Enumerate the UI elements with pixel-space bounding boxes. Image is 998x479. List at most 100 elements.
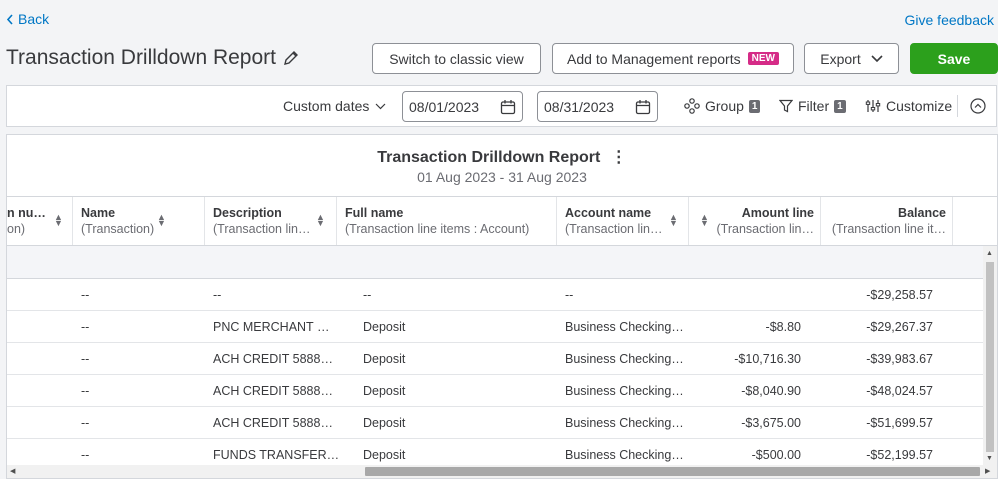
column-header-account-name[interactable]: Account name (Transaction lin… ▲ ▼: [557, 197, 689, 245]
table-row[interactable]: -- ACH CREDIT 5888… Deposit Business Checki…: [7, 375, 983, 407]
table-row[interactable]: -- -- -- -- -$29,258.57: [7, 279, 983, 311]
switch-classic-view-label: Switch to classic view: [389, 50, 524, 67]
vertical-scroll-thumb[interactable]: [986, 262, 994, 452]
full-name-cell: Deposit: [363, 352, 406, 366]
report-date-range: 01 Aug 2023 - 31 Aug 2023: [417, 169, 587, 185]
balance-cell: -$29,258.57: [866, 288, 933, 302]
column-header-balance[interactable]: Balance (Transaction line it…: [821, 197, 953, 245]
calendar-icon[interactable]: [500, 99, 516, 115]
account-name-cell: Business Checking…: [565, 448, 684, 462]
account-name-cell: --: [565, 288, 574, 302]
add-mgmt-label: Add to Management reports: [567, 50, 741, 67]
custom-dates-dropdown[interactable]: Custom dates: [283, 86, 386, 126]
filter-count-badge: 1: [834, 99, 846, 113]
chevron-down-icon: [375, 103, 386, 109]
horizontal-scrollbar[interactable]: ◀ ▶: [7, 465, 997, 478]
pencil-icon[interactable]: [282, 49, 300, 67]
column-header-amount-line[interactable]: ▲ ▼ Amount line (Transaction lin…: [689, 197, 821, 245]
calendar-icon[interactable]: [635, 99, 651, 115]
save-button[interactable]: Save: [910, 43, 998, 74]
filter-icon: [779, 99, 793, 113]
description-cell: ACH CREDIT 5888…: [213, 416, 333, 430]
sliders-icon: [865, 100, 881, 112]
switch-classic-view-button[interactable]: Switch to classic view: [372, 43, 541, 74]
give-feedback-link[interactable]: Give feedback: [905, 12, 995, 28]
back-link[interactable]: Back: [6, 11, 49, 27]
full-name-cell: Deposit: [363, 320, 406, 334]
balance-cell: -$52,199.57: [866, 448, 933, 462]
sort-icon[interactable]: ▲ ▼: [157, 213, 166, 228]
name-cell: --: [81, 352, 90, 366]
balance-cell: -$51,699.57: [866, 416, 933, 430]
sort-icon[interactable]: ▲ ▼: [669, 213, 678, 228]
group-count-badge: 1: [748, 99, 761, 113]
vertical-scrollbar[interactable]: ▲ ▼: [983, 246, 997, 466]
filter-label: Filter: [798, 98, 830, 114]
amount-cell: -$8.80: [765, 320, 801, 334]
column-subtitle: (Transaction lin…: [213, 222, 311, 236]
column-title: Balance: [898, 206, 946, 220]
amount-cell: -$3,675.00: [741, 416, 801, 430]
report-panel: Transaction Drilldown Report ⋮ 01 Aug 20…: [6, 134, 998, 479]
group-label: Group: [705, 98, 744, 114]
column-title: Full name: [345, 206, 404, 220]
description-cell: ACH CREDIT 5888…: [213, 384, 333, 398]
column-header-transaction-number[interactable]: n nu… on) ▲ ▼: [7, 197, 73, 245]
filter-button[interactable]: Filter 1: [779, 86, 846, 126]
amount-cell: -$8,040.90: [741, 384, 801, 398]
sort-icon[interactable]: ▲ ▼: [316, 213, 325, 228]
full-name-cell: Deposit: [363, 384, 406, 398]
column-header-description[interactable]: Description (Transaction lin… ▲ ▼: [205, 197, 337, 245]
scroll-right-arrow[interactable]: ▶: [985, 467, 990, 475]
column-subtitle: (Transaction): [81, 222, 155, 236]
sort-icon[interactable]: ▲ ▼: [54, 213, 63, 228]
name-cell: --: [81, 320, 90, 334]
group-button[interactable]: Group 1: [684, 86, 761, 126]
export-button[interactable]: Export: [804, 43, 899, 74]
scroll-left-arrow[interactable]: ◀: [10, 467, 15, 475]
account-name-cell: Business Checking…: [565, 352, 684, 366]
full-name-cell: Deposit: [363, 416, 406, 430]
collapse-button[interactable]: [970, 86, 986, 126]
column-subtitle: (Transaction lin…: [565, 222, 663, 236]
new-badge: NEW: [747, 52, 779, 65]
name-cell: --: [81, 448, 90, 462]
table-row[interactable]: -- PNC MERCHANT … Deposit Business Checking…: [7, 311, 983, 343]
description-cell: FUNDS TRANSFER…: [213, 448, 340, 462]
column-subtitle: (Transaction line it…: [831, 222, 946, 236]
chevron-down-icon: [871, 54, 883, 62]
back-label: Back: [18, 11, 50, 27]
balance-cell: -$39,983.67: [866, 352, 933, 366]
scroll-down-arrow[interactable]: ▼: [986, 455, 993, 462]
horizontal-scroll-thumb[interactable]: [365, 467, 980, 476]
column-header-name[interactable]: Name (Transaction) ▲ ▼: [73, 197, 205, 245]
report-title-text: Transaction Drilldown Report: [377, 149, 601, 166]
name-cell: --: [81, 384, 90, 398]
full-name-cell: --: [363, 288, 372, 302]
more-options-icon[interactable]: ⋮: [611, 149, 627, 166]
sort-icon[interactable]: ▲ ▼: [700, 213, 709, 228]
group-header-row: [7, 246, 983, 279]
column-header-full-name[interactable]: Full name (Transaction line items : Acco…: [337, 197, 557, 245]
table-row[interactable]: -- ACH CREDIT 5888… Deposit Business Checki…: [7, 407, 983, 439]
page-title: Transaction Drilldown Report: [6, 46, 300, 70]
amount-cell: -$500.00: [751, 448, 801, 462]
customize-button[interactable]: Customize: [865, 86, 952, 126]
account-name-cell: Business Checking…: [565, 416, 684, 430]
account-name-cell: Business Checking…: [565, 320, 684, 334]
balance-cell: -$48,024.57: [866, 384, 933, 398]
report-title: Transaction Drilldown Report ⋮: [7, 147, 997, 167]
end-date-field[interactable]: 08/31/2023: [537, 91, 658, 122]
column-subtitle: (Transaction line items : Account): [345, 222, 530, 236]
chevron-up-circle-icon: [970, 98, 986, 114]
amount-cell: -$10,716.30: [734, 352, 801, 366]
table-row[interactable]: -- ACH CREDIT 5888… Deposit Business Checki…: [7, 343, 983, 375]
scroll-up-arrow[interactable]: ▲: [986, 250, 993, 257]
description-cell: PNC MERCHANT …: [213, 320, 330, 334]
group-icon: [684, 98, 700, 114]
column-title: Name: [81, 206, 116, 220]
start-date-field[interactable]: 08/01/2023: [402, 91, 523, 122]
add-to-management-reports-button[interactable]: Add to Management reports NEW: [552, 43, 794, 74]
description-cell: ACH CREDIT 5888…: [213, 352, 333, 366]
name-cell: --: [81, 416, 90, 430]
